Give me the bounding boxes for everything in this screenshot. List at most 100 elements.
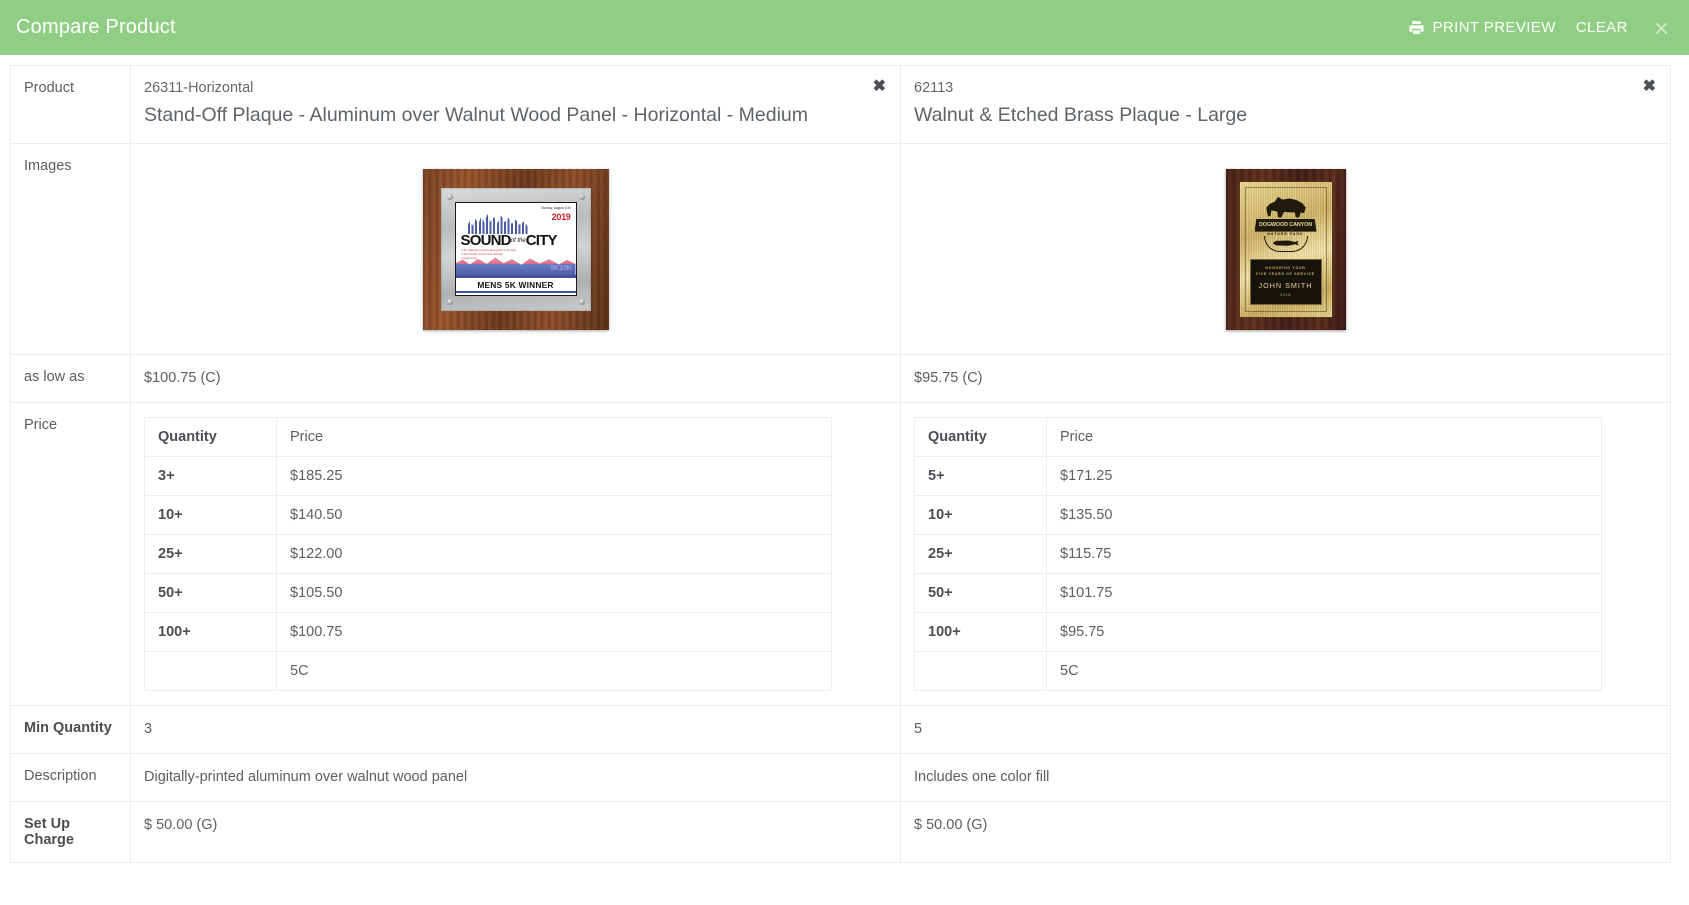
setup-charge-cell-1: $ 50.00 (G) xyxy=(130,800,901,863)
price-tier-row: 25+ $115.75 xyxy=(914,533,1602,574)
divider-bar xyxy=(455,291,576,294)
price-tier-row: 100+ $95.75 xyxy=(914,611,1602,652)
min-quantity-value-1: 3 xyxy=(144,720,153,737)
price-cell-1: Quantity Price 3+ $185.25 10+ $140.50 25… xyxy=(130,401,901,706)
honor-line-1: HONORING YOUR xyxy=(1265,266,1306,271)
tier-price: $105.50 xyxy=(276,572,832,613)
product-image-1[interactable]: Sunday, August 11th 2019 SOUNDof theCITY… xyxy=(422,168,609,330)
table-row-min-quantity: Min Quantity 3 5 xyxy=(10,704,1671,754)
price-cell-2: Quantity Price 5+ $171.25 10+ $135.50 25… xyxy=(900,401,1671,706)
logo-name-band: DOGWOOD CANYON xyxy=(1254,218,1317,232)
divider-bar xyxy=(455,275,576,278)
print-preview-button[interactable]: PRINT PREVIEW xyxy=(1398,13,1566,42)
tier-price: $100.75 xyxy=(276,611,832,652)
tier-quantity: 5+ xyxy=(914,455,1047,496)
product-image-cell-2: DOGWOOD CANYON NATURE PARK HONORING YOUR… xyxy=(900,143,1671,356)
row-label-images: Images xyxy=(10,143,131,356)
tier-quantity xyxy=(914,650,1047,691)
description-value-1: Digitally-printed aluminum over walnut w… xyxy=(144,768,468,785)
tier-quantity: 50+ xyxy=(914,572,1047,613)
tier-price: $95.75 xyxy=(1046,611,1602,652)
table-row-price: Price Quantity Price 3+ $185.25 10+ $140… xyxy=(10,401,1671,706)
skyline-graphic xyxy=(467,213,528,235)
tier-price: $185.25 xyxy=(276,455,832,496)
product-cell-1: 26311-Horizontal Stand-Off Plaque - Alum… xyxy=(130,64,901,145)
setup-charge-value-1: $ 50.00 (G) xyxy=(144,816,218,833)
table-row-images: Images Sunday, August 11th 2019 SOUNDof … xyxy=(10,143,1671,356)
clear-label: CLEAR xyxy=(1575,19,1628,36)
tier-price: $135.50 xyxy=(1046,494,1602,535)
tier-price: 5C xyxy=(1046,650,1602,691)
price-header-quantity: Quantity xyxy=(914,416,1047,457)
remove-product-icon-1[interactable]: ✖ xyxy=(873,79,886,95)
price-header-price: Price xyxy=(276,416,832,457)
price-tier-row: 25+ $122.00 xyxy=(144,533,832,574)
screw-icon xyxy=(446,193,453,200)
price-tier-row: 100+ $100.75 xyxy=(144,611,832,652)
tier-price: $140.50 xyxy=(276,494,832,535)
certificate-artwork: Sunday, August 11th 2019 SOUNDof theCITY… xyxy=(454,202,577,297)
screw-icon xyxy=(578,298,585,305)
close-icon[interactable]: × xyxy=(1638,15,1675,41)
price-header-price: Price xyxy=(1046,416,1602,457)
product-sku-2: 62113 xyxy=(914,80,954,96)
event-year: 2019 xyxy=(551,212,571,223)
product-image-2[interactable]: DOGWOOD CANYON NATURE PARK HONORING YOUR… xyxy=(1225,168,1346,330)
clear-button[interactable]: CLEAR xyxy=(1566,13,1638,42)
price-table-header-row: Quantity Price xyxy=(144,416,832,457)
price-tier-row: 5+ $171.25 xyxy=(914,455,1602,496)
setup-charge-cell-2: $ 50.00 (G) xyxy=(900,800,1671,863)
price-tier-row: 5C xyxy=(144,650,832,691)
honor-line-2: FIVE YEARS OF SERVICE xyxy=(1256,272,1315,277)
price-table-2: Quantity Price 5+ $171.25 10+ $135.50 25… xyxy=(914,416,1602,691)
tier-quantity: 3+ xyxy=(144,455,277,496)
engraving-plate: HONORING YOUR FIVE YEARS OF SERVICE JOHN… xyxy=(1249,258,1322,305)
brass-plate: DOGWOOD CANYON NATURE PARK HONORING YOUR… xyxy=(1239,181,1332,317)
description-value-2: Includes one color fill xyxy=(914,768,1050,785)
min-quantity-cell-2: 5 xyxy=(900,704,1671,754)
price-tier-row: 3+ $185.25 xyxy=(144,455,832,496)
tier-quantity: 100+ xyxy=(144,611,277,652)
row-label-product: Product xyxy=(10,64,131,145)
tier-price: $171.25 xyxy=(1046,455,1602,496)
as-low-as-value-2: $95.75 (C) xyxy=(914,370,983,387)
setup-charge-value-2: $ 50.00 (G) xyxy=(914,816,988,833)
page-title: Compare Product xyxy=(16,16,176,38)
tier-price: $101.75 xyxy=(1046,572,1602,613)
row-label-as-low-as: as low as xyxy=(10,354,131,403)
remove-product-icon-2[interactable]: ✖ xyxy=(1643,79,1656,95)
screw-icon xyxy=(578,193,585,200)
race-label: 5K10K xyxy=(550,265,572,273)
bison-icon xyxy=(1266,196,1306,218)
row-label-min-quantity: Min Quantity xyxy=(10,704,131,754)
row-label-price: Price xyxy=(10,401,131,706)
row-label-description: Description xyxy=(10,752,131,802)
product-name-1: Stand-Off Plaque - Aluminum over Walnut … xyxy=(144,104,809,127)
product-image-cell-1: Sunday, August 11th 2019 SOUNDof theCITY… xyxy=(130,143,901,356)
row-label-setup-charge: Set Up Charge xyxy=(10,800,131,863)
product-name-2: Walnut & Etched Brass Plaque - Large xyxy=(914,104,1248,127)
min-quantity-value-2: 5 xyxy=(914,720,923,737)
table-row-as-low-as: as low as $100.75 (C) $95.75 (C) xyxy=(10,354,1671,403)
price-table-1: Quantity Price 3+ $185.25 10+ $140.50 25… xyxy=(144,416,832,691)
tier-quantity: 25+ xyxy=(144,533,277,574)
product-cell-2: 62113 Walnut & Etched Brass Plaque - Lar… xyxy=(900,64,1671,145)
screw-icon xyxy=(446,298,453,305)
price-table-header-row: Quantity Price xyxy=(914,416,1602,457)
as-low-as-value-1: $100.75 (C) xyxy=(144,370,221,387)
tier-quantity: 10+ xyxy=(144,494,277,535)
price-tier-row: 50+ $101.75 xyxy=(914,572,1602,613)
product-sku-1: 26311-Horizontal xyxy=(144,80,254,96)
table-row-description: Description Digitally-printed aluminum o… xyxy=(10,752,1671,802)
tier-quantity: 50+ xyxy=(144,572,277,613)
as-low-as-cell-2: $95.75 (C) xyxy=(900,354,1671,403)
logo-shield-bottom xyxy=(1263,235,1308,252)
tier-price: $115.75 xyxy=(1046,533,1602,574)
header-actions: PRINT PREVIEW CLEAR × xyxy=(1398,13,1676,42)
compare-table: Product 26311-Horizontal Stand-Off Plaqu… xyxy=(10,64,1671,863)
event-date: Sunday, August 11th xyxy=(541,206,571,211)
min-quantity-cell-1: 3 xyxy=(130,704,901,754)
tier-price: $122.00 xyxy=(276,533,832,574)
price-tier-row: 5C xyxy=(914,650,1602,691)
recipient-name: JOHN SMITH xyxy=(1258,281,1313,291)
